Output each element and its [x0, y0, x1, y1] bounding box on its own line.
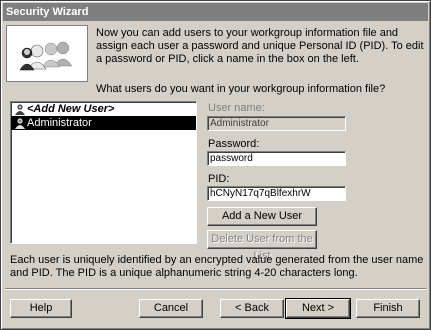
list-item-label: Administrator	[27, 117, 92, 129]
security-wizard-window: Security Wizard Now you can add users to…	[0, 0, 431, 330]
help-button[interactable]: Help	[10, 299, 72, 318]
intro-text: Now you can add users to your workgroup …	[96, 27, 424, 65]
cancel-button[interactable]: Cancel	[139, 299, 203, 318]
list-item-label: <Add New User>	[27, 103, 115, 115]
list-item-administrator[interactable]: Administrator	[11, 116, 196, 130]
user-icon	[14, 117, 26, 129]
footer-separator	[5, 288, 426, 290]
pid-note: Each user is uniquely identified by an e…	[10, 254, 424, 279]
username-field: Administrator	[207, 116, 346, 131]
pid-label: PID:	[208, 173, 230, 185]
pid-field[interactable]: hCNyN17q7qBlfexhrW	[207, 186, 346, 201]
password-label: Password:	[208, 138, 260, 150]
user-icon	[14, 103, 26, 115]
delete-user-button: Delete User from the List	[207, 230, 317, 262]
list-item-add-new-user[interactable]: <Add New User>	[11, 102, 196, 116]
next-button[interactable]: Next >	[285, 298, 351, 319]
user-list[interactable]: <Add New User> Administrator	[10, 101, 197, 244]
add-new-user-button[interactable]: Add a New User	[207, 207, 317, 226]
back-button[interactable]: < Back	[220, 299, 284, 318]
question-text: What users do you want in your workgroup…	[96, 83, 386, 95]
finish-button[interactable]: Finish	[356, 299, 420, 318]
username-label: User name:	[208, 102, 265, 114]
users-group-icon	[6, 25, 88, 82]
password-field[interactable]: password	[207, 151, 346, 166]
window-title[interactable]: Security Wizard	[3, 3, 428, 21]
